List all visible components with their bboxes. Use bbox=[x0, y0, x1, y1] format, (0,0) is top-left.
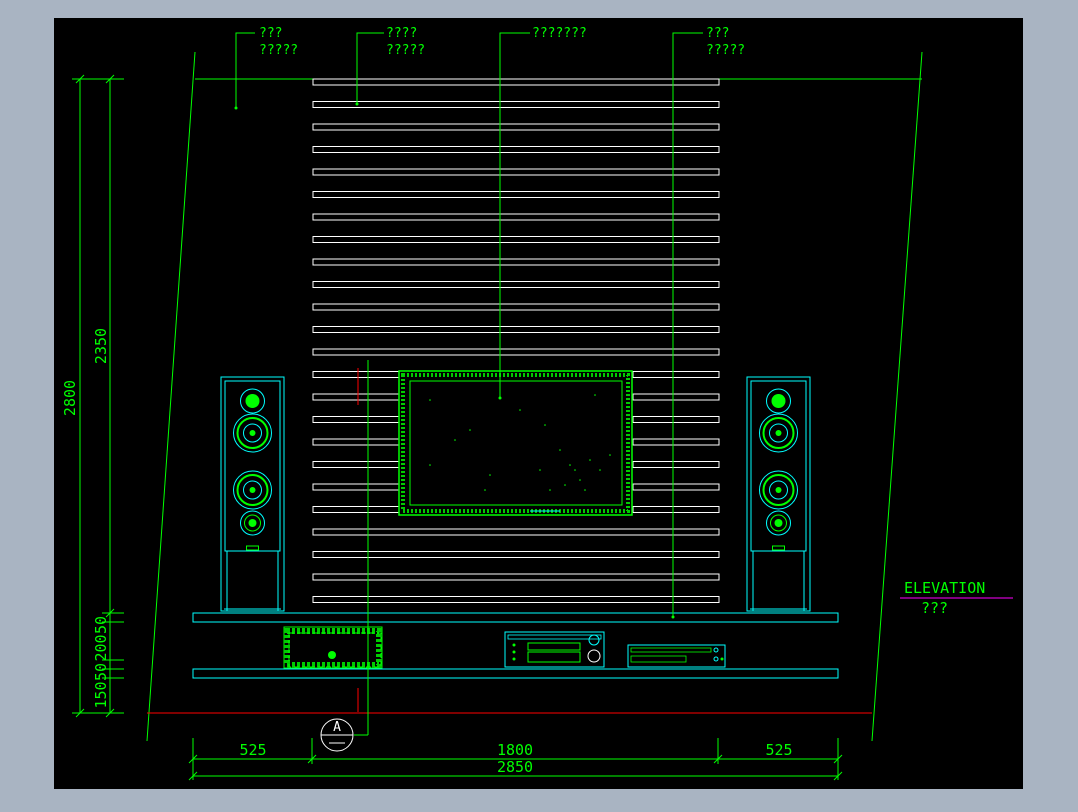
dim-small-2: 50 bbox=[92, 663, 110, 681]
callout-2-line1: ???? bbox=[386, 26, 417, 41]
dim-1800: 1800 bbox=[497, 741, 533, 759]
elevation-title: ELEVATION bbox=[904, 579, 985, 597]
dim-2850: 2850 bbox=[497, 758, 533, 776]
section-marker-letter: A bbox=[333, 720, 341, 735]
dim-2800: 2800 bbox=[61, 380, 79, 416]
callout-2-line2: ????? bbox=[386, 43, 425, 58]
dim-small-3: 150 bbox=[92, 681, 110, 708]
tv-screen-icon bbox=[398, 370, 633, 516]
dim-525-left: 525 bbox=[239, 741, 266, 759]
callout-3-line1: ??????? bbox=[532, 26, 587, 41]
cad-viewport[interactable]: A ??? ????? ???? ????? ??????? ??? ?????… bbox=[0, 0, 1078, 808]
elevation-subtitle: ??? bbox=[921, 599, 948, 617]
callout-1-line2: ????? bbox=[259, 43, 298, 58]
elevation-drawing: A ??? ????? ???? ????? ??????? ??? ?????… bbox=[54, 18, 1023, 789]
callout-4-line2: ????? bbox=[706, 43, 745, 58]
dim-2350: 2350 bbox=[92, 328, 110, 364]
callout-1-line1: ??? bbox=[259, 26, 282, 41]
callout-4-line1: ??? bbox=[706, 26, 729, 41]
dim-small-0: 50 bbox=[92, 616, 110, 634]
dim-small-1: 200 bbox=[92, 634, 110, 661]
dim-525-right: 525 bbox=[765, 741, 792, 759]
